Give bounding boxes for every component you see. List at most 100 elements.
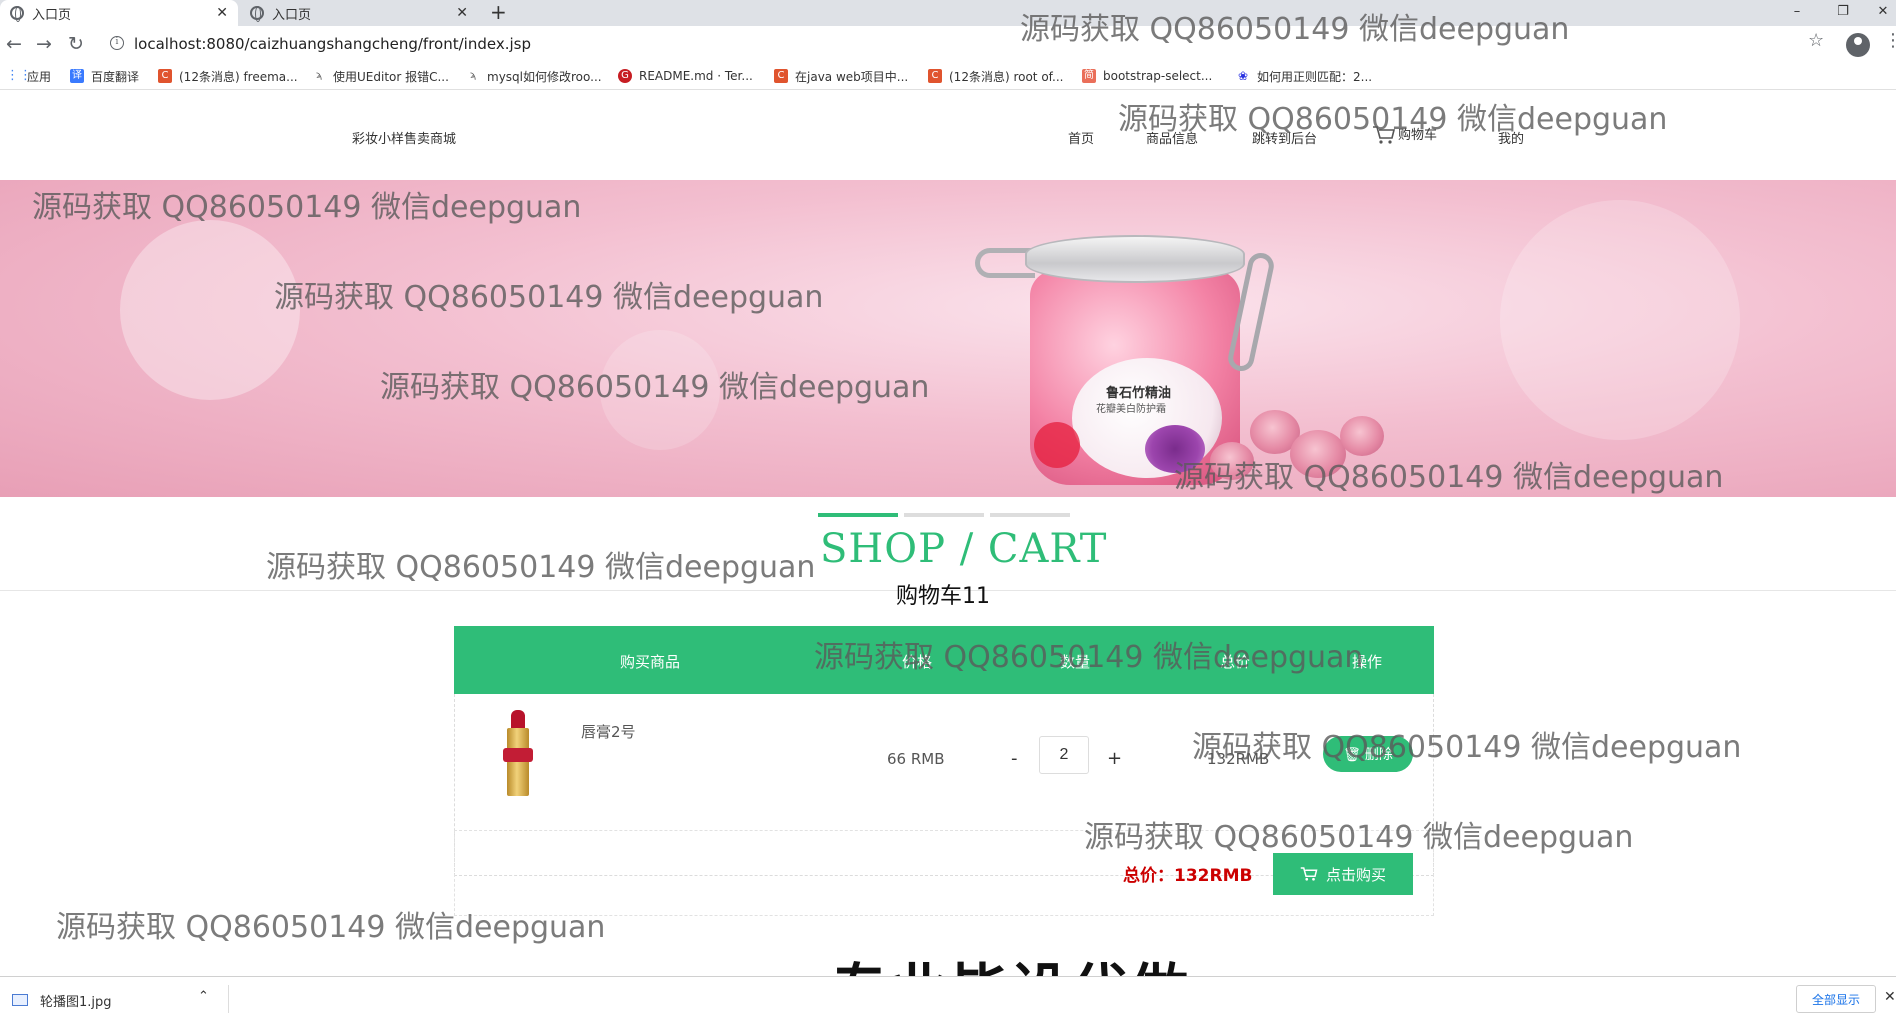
quantity-input[interactable] bbox=[1039, 736, 1089, 774]
jianshu-icon: 简 bbox=[1082, 69, 1096, 83]
download-bar: 轮播图1.jpg ⌃ 全部显示 ✕ bbox=[0, 976, 1896, 1020]
minimize-button[interactable]: – bbox=[1774, 0, 1820, 26]
header-total: 总价 bbox=[1220, 653, 1251, 671]
tab-title: 入口页 bbox=[272, 7, 312, 23]
browser-toolbar: ← → ↻ i localhost:8080/caizhuangshangche… bbox=[0, 26, 1896, 62]
bookmark-star-icon[interactable]: ☆ bbox=[1808, 30, 1824, 51]
bookmark-item[interactable]: ⋮⋮ 应用 bbox=[6, 67, 51, 85]
chevron-up-icon[interactable]: ⌃ bbox=[198, 989, 209, 1004]
nav-home[interactable]: 首页 bbox=[1068, 128, 1094, 147]
bookmark-label: mysql如何修改roo... bbox=[487, 69, 602, 84]
divider bbox=[228, 985, 229, 1013]
section-title: SHOP / CART bbox=[820, 526, 1108, 572]
bookmark-item[interactable]: ❀ 如何用正则匹配：2... bbox=[1236, 67, 1372, 85]
reload-button[interactable]: ↻ bbox=[62, 30, 90, 58]
download-filename[interactable]: 轮播图1.jpg bbox=[40, 991, 112, 1010]
header-price: 价格 bbox=[902, 653, 933, 671]
bookmark-item[interactable]: 简 bootstrap-select... bbox=[1082, 67, 1212, 85]
cart-total: 总价：132RMB bbox=[1123, 866, 1253, 886]
header-product: 购买商品 bbox=[620, 653, 681, 671]
csdn-icon: C bbox=[158, 69, 172, 83]
image-file-icon bbox=[12, 994, 28, 1006]
bookmark-label: (12条消息) root of... bbox=[949, 69, 1064, 84]
menu-kebab-icon[interactable]: ⋮ bbox=[1884, 30, 1896, 51]
bookmark-item[interactable]: G README.md · Ter... bbox=[618, 67, 753, 85]
bookmark-label: 应用 bbox=[27, 69, 52, 84]
header-action: 操作 bbox=[1352, 653, 1383, 671]
trash-icon: 🗑 bbox=[1343, 746, 1365, 762]
download-bar-close-icon[interactable]: ✕ bbox=[1884, 989, 1896, 1005]
nav-admin[interactable]: 跳转到后台 bbox=[1252, 128, 1317, 147]
show-all-downloads-button[interactable]: 全部显示 bbox=[1796, 985, 1876, 1013]
bookmark-item[interactable]: ϡ 使用UEditor 报错C... bbox=[312, 67, 449, 85]
item-subtotal: 132RMB bbox=[1207, 750, 1270, 768]
checkout-label: 点击购买 bbox=[1325, 866, 1386, 884]
bookmark-label: 在java web项目中... bbox=[795, 69, 909, 84]
window-close-button[interactable]: ✕ bbox=[1860, 0, 1896, 26]
csdn-icon: C bbox=[774, 69, 788, 83]
back-button[interactable]: ← bbox=[0, 30, 28, 58]
cart-icon bbox=[1300, 867, 1318, 881]
gitee-icon: G bbox=[618, 69, 632, 83]
bookmark-label: 使用UEditor 报错C... bbox=[333, 69, 449, 84]
tab-strip: 入口页 ✕ 入口页 ✕ + – ❐ ✕ bbox=[0, 0, 1896, 26]
nav-cart[interactable]: 购物车 bbox=[1372, 124, 1437, 145]
globe-icon bbox=[250, 6, 264, 22]
site-brand[interactable]: 彩妆小样售卖商城 bbox=[352, 128, 456, 147]
cart-icon bbox=[1373, 126, 1396, 144]
rose bbox=[1210, 442, 1254, 480]
bird-icon: ϡ bbox=[315, 70, 323, 81]
globe-icon bbox=[10, 6, 24, 22]
bookmark-item[interactable]: C 在java web项目中... bbox=[774, 67, 908, 85]
jar-lid bbox=[1025, 235, 1245, 283]
info-icon[interactable]: i bbox=[110, 36, 124, 50]
bookmark-item[interactable]: C (12条消息) root of... bbox=[928, 67, 1063, 85]
nav-cart-label: 购物车 bbox=[1398, 128, 1438, 143]
quantity-decrease-button[interactable]: - bbox=[1011, 748, 1018, 769]
header-quantity: 数量 bbox=[1060, 653, 1091, 671]
jar-label-subtitle: 花瓣美白防护霜 bbox=[1096, 404, 1166, 415]
delete-button[interactable]: 🗑 删除 bbox=[1323, 736, 1413, 772]
bokeh-glow bbox=[600, 330, 720, 450]
rose bbox=[1340, 416, 1384, 456]
delete-label: 删除 bbox=[1364, 746, 1393, 762]
mouse-cursor-highlight bbox=[1034, 422, 1080, 468]
csdn-icon: C bbox=[928, 69, 942, 83]
cart-table-header: 购买商品 价格 数量 总价 操作 bbox=[454, 626, 1434, 694]
tab-inactive[interactable]: 入口页 ✕ bbox=[240, 0, 478, 26]
carousel-indicator-1[interactable] bbox=[818, 513, 898, 517]
carnation-flower bbox=[1145, 425, 1205, 473]
cart-subtitle: 购物车11 bbox=[896, 584, 990, 609]
bookmarks-bar: ⋮⋮ 应用 译 百度翻译 C (12条消息) freema... ϡ 使用UEd… bbox=[0, 62, 1896, 90]
url-text[interactable]: localhost:8080/caizhuangshangcheng/front… bbox=[134, 35, 531, 53]
tab-close-icon[interactable]: ✕ bbox=[456, 5, 468, 21]
bokeh-glow bbox=[120, 220, 300, 400]
nav-products[interactable]: 商品信息 bbox=[1146, 128, 1198, 147]
baidu-paw-icon: ❀ bbox=[1237, 69, 1249, 83]
tab-title: 入口页 bbox=[32, 7, 72, 23]
tab-active[interactable]: 入口页 ✕ bbox=[0, 0, 238, 26]
address-bar[interactable]: i localhost:8080/caizhuangshangcheng/fro… bbox=[100, 29, 1820, 59]
new-tab-button[interactable]: + bbox=[490, 0, 507, 26]
bookmark-label: 如何用正则匹配：2... bbox=[1257, 69, 1373, 84]
checkout-button[interactable]: 点击购买 bbox=[1273, 853, 1413, 895]
bookmark-item[interactable]: 译 百度翻译 bbox=[70, 67, 139, 85]
bookmark-label: 百度翻译 bbox=[91, 69, 140, 84]
bookmark-label: README.md · Ter... bbox=[639, 69, 753, 83]
nav-mine[interactable]: 我的 bbox=[1498, 128, 1524, 147]
bookmark-label: (12条消息) freema... bbox=[179, 69, 298, 84]
forward-button[interactable]: → bbox=[30, 30, 58, 58]
hero-banner[interactable]: 鲁石竹精油 花瓣美白防护霜 bbox=[0, 180, 1896, 497]
apps-grid-icon: ⋮⋮ bbox=[6, 68, 32, 83]
quantity-increase-button[interactable]: + bbox=[1107, 748, 1122, 769]
carousel-indicator-3[interactable] bbox=[990, 513, 1070, 517]
product-price: 66 RMB bbox=[887, 750, 945, 768]
tab-close-icon[interactable]: ✕ bbox=[216, 5, 228, 21]
bookmark-item[interactable]: ϡ mysql如何修改roo... bbox=[466, 67, 602, 85]
bookmark-item[interactable]: C (12条消息) freema... bbox=[158, 67, 298, 85]
product-name[interactable]: 唇膏2号 bbox=[581, 721, 636, 742]
bookmark-label: bootstrap-select... bbox=[1103, 69, 1213, 83]
carousel-indicator-2[interactable] bbox=[904, 513, 984, 517]
profile-avatar-icon[interactable] bbox=[1846, 33, 1870, 57]
product-image-lipstick[interactable] bbox=[495, 710, 545, 800]
